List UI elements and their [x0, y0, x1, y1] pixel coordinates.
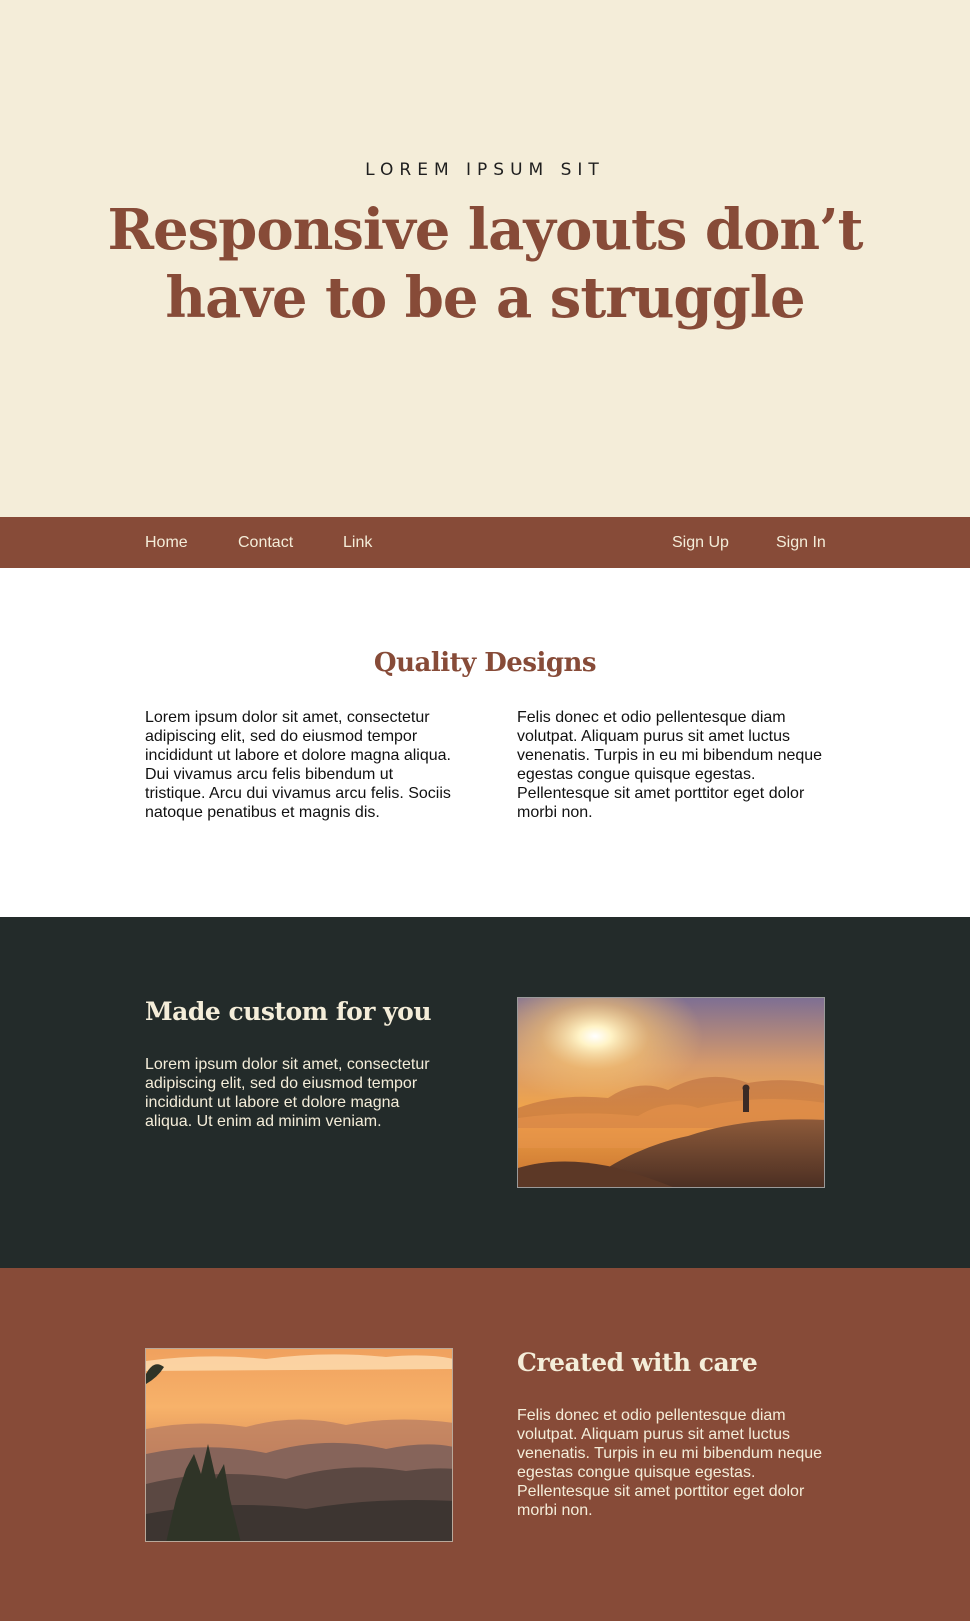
- nav-link-link[interactable]: Link: [343, 517, 372, 568]
- hero-title-line-2: have to be a struggle: [165, 265, 805, 331]
- hero-title-line-1: Responsive layouts don’t: [107, 197, 863, 263]
- sunrise-hiker-image: [517, 997, 825, 1188]
- custom-text: Lorem ipsum dolor sit amet, consectetur …: [145, 1056, 430, 1130]
- quality-text-right: Felis donec et odio pellentesque diam vo…: [517, 709, 823, 821]
- nav-sign-in-link[interactable]: Sign In: [776, 517, 826, 568]
- custom-title: Made custom for you: [145, 997, 432, 1026]
- custom-section: Made custom for you Lorem ipsum dolor si…: [0, 917, 970, 1268]
- nav-sign-up-link[interactable]: Sign Up: [672, 517, 729, 568]
- quality-text-left: Lorem ipsum dolor sit amet, consectetur …: [145, 709, 451, 821]
- nav-contact-link[interactable]: Contact: [238, 517, 293, 568]
- quality-title: Quality Designs: [373, 648, 597, 678]
- hero-eyebrow: LOREM IPSUM SIT: [365, 160, 605, 180]
- care-text: Felis donec et odio pellentesque diam vo…: [517, 1407, 823, 1519]
- quality-section: Quality Designs Lorem ipsum dolor sit am…: [0, 568, 970, 917]
- sunset-mountains-image: [145, 1348, 453, 1542]
- care-title: Created with care: [517, 1348, 758, 1377]
- navbar: Home Contact Link Sign Up Sign In: [0, 517, 970, 568]
- hero-section: LOREM IPSUM SIT Responsive layouts don’t…: [0, 0, 970, 517]
- care-section: Created with care Felis donec et odio pe…: [0, 1268, 970, 1621]
- nav-home-link[interactable]: Home: [145, 517, 188, 568]
- hero-title: Responsive layouts don’t have to be a st…: [0, 196, 970, 332]
